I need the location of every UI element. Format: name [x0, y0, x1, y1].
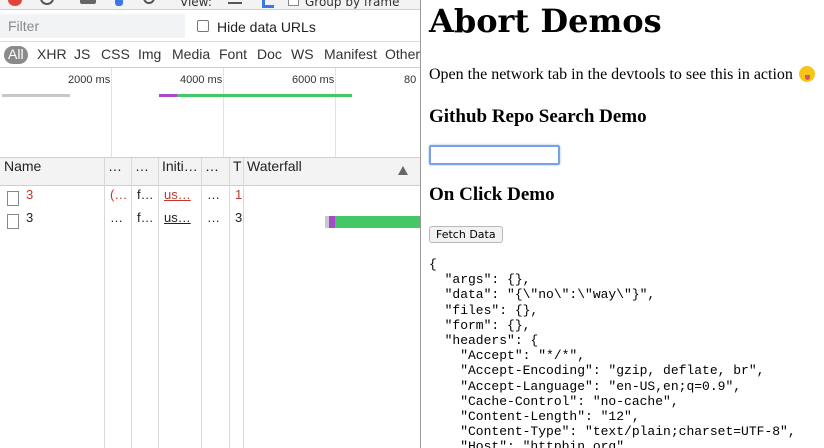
request-initiator-link[interactable]: us…: [158, 187, 201, 210]
group-by-frame-label: Group by frame: [305, 0, 400, 9]
view-label: View:: [180, 0, 212, 9]
request-size: …: [207, 187, 220, 202]
devtools-network-panel: View: Group by frame Hide data URLs All …: [0, 0, 420, 448]
waterfall-bar-download: [335, 216, 420, 228]
overview-gridline: [223, 68, 224, 157]
type-filter-xhr[interactable]: XHR: [37, 46, 67, 64]
hide-data-urls-checkbox[interactable]: [197, 20, 209, 32]
click-demo-heading: On Click Demo: [429, 184, 555, 205]
page-title: Abort Demos: [429, 2, 662, 40]
tongue-out-emoji-icon: [798, 66, 815, 82]
request-row[interactable]: 3 … f… us… … 3: [0, 210, 420, 233]
request-time: 3: [235, 210, 243, 225]
type-filter-doc[interactable]: Doc: [257, 46, 282, 64]
filter-input[interactable]: [0, 14, 185, 38]
column-initiator[interactable]: Initi…: [158, 158, 201, 186]
column-status[interactable]: …: [104, 158, 131, 186]
request-initiator-link[interactable]: us…: [158, 210, 201, 233]
overview-gridline: [335, 68, 336, 157]
overview-bar-waiting: [159, 94, 177, 97]
filter-bar: Hide data URLs: [0, 10, 420, 42]
resource-type-filters: All XHR JS CSS Img Media Font Doc WS Man…: [0, 42, 420, 68]
clear-icon[interactable]: [40, 0, 54, 5]
demo-page: Abort Demos Open the network tab in the …: [421, 0, 824, 448]
overview-tick-6000: 6000 ms: [292, 74, 335, 86]
intro-text: Open the network tab in the devtools to …: [429, 66, 815, 84]
type-filter-img[interactable]: Img: [138, 46, 161, 64]
type-filter-all[interactable]: All: [4, 46, 28, 64]
overview-tick-4000: 4000 ms: [180, 74, 223, 86]
type-filter-ws[interactable]: WS: [291, 46, 314, 64]
hide-data-urls-label: Hide data URLs: [217, 19, 316, 35]
large-rows-icon[interactable]: [228, 0, 242, 6]
request-type: f…: [137, 210, 154, 225]
intro-text-content: Open the network tab in the devtools to …: [429, 66, 793, 83]
type-filter-js[interactable]: JS: [74, 46, 90, 64]
column-name[interactable]: Name: [0, 158, 104, 186]
request-row[interactable]: 3 (… f… us… … 1: [0, 187, 420, 210]
timeline-overview[interactable]: 2000 ms 4000 ms 6000 ms 80: [0, 68, 420, 158]
column-size[interactable]: …: [201, 158, 229, 186]
request-status: (…: [110, 187, 128, 202]
devtools-toolbar: View: Group by frame: [0, 0, 420, 10]
column-type[interactable]: …: [131, 158, 158, 186]
overview-icon[interactable]: [262, 0, 274, 8]
overview-gridline: [111, 68, 112, 157]
json-response-output: { "args": {}, "data": "{\"no\":\"way\"}"…: [429, 257, 796, 448]
search-demo-heading: Github Repo Search Demo: [429, 106, 647, 127]
overview-tick-8000: 80: [404, 74, 417, 86]
overview-bar-first: [2, 94, 70, 97]
type-filter-font[interactable]: Font: [219, 46, 247, 64]
search-icon[interactable]: [143, 0, 155, 4]
sort-ascending-icon[interactable]: [398, 166, 408, 175]
column-time[interactable]: T: [229, 158, 243, 186]
filter-icon[interactable]: [115, 0, 123, 6]
document-icon: [7, 191, 19, 206]
record-icon[interactable]: [8, 0, 22, 6]
type-filter-other[interactable]: Other: [385, 46, 420, 64]
request-type: f…: [137, 187, 154, 202]
overview-bar-download: [177, 94, 352, 97]
overview-tick-2000: 2000 ms: [68, 74, 111, 86]
type-filter-manifest[interactable]: Manifest: [324, 46, 377, 64]
request-size: …: [207, 210, 220, 225]
request-table-header: Name … … Initi… … T Waterfall: [0, 158, 420, 186]
column-waterfall[interactable]: Waterfall: [243, 158, 393, 186]
request-time: 1: [235, 187, 243, 202]
request-name: 3: [26, 187, 34, 202]
type-filter-media[interactable]: Media: [172, 46, 210, 64]
type-filter-css[interactable]: CSS: [101, 46, 130, 64]
request-status: …: [110, 210, 123, 225]
document-icon: [7, 214, 19, 229]
fetch-data-button[interactable]: Fetch Data: [429, 226, 503, 243]
screenshot-icon[interactable]: [80, 0, 96, 4]
request-name: 3: [26, 210, 34, 225]
repo-search-input[interactable]: [429, 145, 560, 165]
group-by-frame-checkbox[interactable]: [288, 0, 299, 6]
